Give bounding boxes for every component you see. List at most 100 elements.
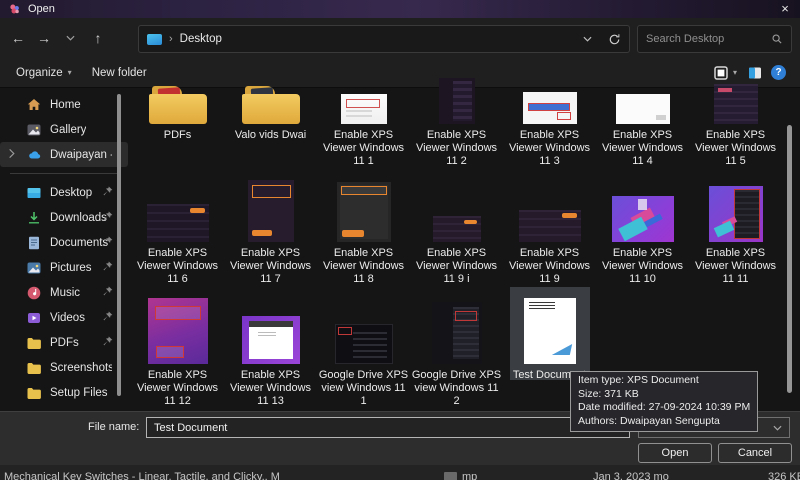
file-item[interactable]: Enable XPS Viewer Windows 11 10 bbox=[596, 168, 689, 286]
address-dropdown-chevron[interactable] bbox=[583, 36, 592, 42]
folder-icon bbox=[26, 385, 42, 401]
pin-icon bbox=[101, 185, 114, 198]
window-title: Open bbox=[28, 3, 55, 15]
pin-icon bbox=[101, 210, 114, 223]
tooltip-authors: Authors: Dwaipayan Sengupta bbox=[578, 415, 750, 429]
preview-pane-button[interactable] bbox=[745, 63, 765, 83]
app-icon bbox=[8, 3, 21, 16]
title-bar: Open × bbox=[0, 0, 800, 18]
large-icons-view-icon bbox=[713, 65, 729, 81]
downloads-icon bbox=[26, 210, 42, 226]
file-item-pdfs-folder[interactable]: PDFs bbox=[131, 88, 224, 168]
file-item[interactable]: Enable XPS Viewer Windows 11 2 bbox=[410, 88, 503, 168]
sidebar-item-screenshots[interactable]: Screenshots bbox=[0, 355, 128, 380]
sidebar-item-documents[interactable]: Documents bbox=[0, 230, 128, 255]
tooltip-item-type: Item type: XPS Document bbox=[578, 374, 750, 388]
sidebar-item-onedrive-personal[interactable]: Dwaipayan - Per bbox=[0, 142, 128, 167]
close-button[interactable]: × bbox=[770, 0, 800, 18]
organize-button[interactable]: Organize ▾ bbox=[6, 58, 82, 87]
file-item[interactable]: Enable XPS Viewer Windows 11 13 bbox=[224, 286, 317, 411]
preview-pane-icon bbox=[747, 65, 763, 81]
sidebar-item-gallery[interactable]: Gallery bbox=[0, 117, 128, 142]
file-item[interactable]: Enable XPS Viewer Windows 11 12 bbox=[131, 286, 224, 411]
sidebar: Home Gallery Dwaipayan - Per Desktop Dow… bbox=[0, 88, 128, 411]
cancel-button[interactable]: Cancel bbox=[718, 443, 792, 463]
file-name-value: Test Document bbox=[154, 422, 227, 434]
screenshot-thumbnail bbox=[337, 182, 391, 242]
breadcrumb-location[interactable]: Desktop bbox=[180, 33, 222, 45]
back-button[interactable]: ← bbox=[6, 26, 30, 50]
open-button[interactable]: Open bbox=[638, 443, 712, 463]
screenshot-thumbnail bbox=[242, 316, 300, 364]
file-grid-scrollbar[interactable] bbox=[787, 125, 792, 393]
help-button[interactable]: ? bbox=[771, 65, 786, 80]
recent-locations-chevron-button[interactable] bbox=[58, 26, 82, 50]
file-item[interactable]: Enable XPS Viewer Windows 11 7 bbox=[224, 168, 317, 286]
file-type-dropdown-chevron[interactable] bbox=[773, 425, 782, 431]
pin-icon bbox=[101, 335, 114, 348]
pin-icon bbox=[101, 285, 114, 298]
address-bar[interactable]: › Desktop bbox=[138, 25, 630, 53]
folder-thumbnail bbox=[149, 86, 207, 124]
search-icon bbox=[771, 33, 783, 45]
tooltip-size: Size: 371 KB bbox=[578, 388, 750, 402]
home-icon bbox=[26, 97, 42, 113]
screenshot-thumbnail bbox=[248, 180, 294, 242]
forward-button[interactable]: → bbox=[32, 26, 56, 50]
desktop-icon bbox=[26, 185, 42, 201]
sidebar-item-desktop[interactable]: Desktop bbox=[0, 180, 128, 205]
sidebar-item-pictures[interactable]: Pictures bbox=[0, 255, 128, 280]
command-bar: Organize ▾ New folder ▾ ? bbox=[0, 58, 800, 88]
file-item[interactable]: Enable XPS Viewer Windows 11 11 bbox=[689, 168, 782, 286]
sidebar-item-downloads[interactable]: Downloads bbox=[0, 205, 128, 230]
onedrive-icon bbox=[26, 147, 42, 163]
file-item[interactable]: Enable XPS Viewer Windows 11 6 bbox=[131, 168, 224, 286]
navigation-bar: ← → ↑ › Desktop Search Desktop bbox=[0, 18, 800, 58]
sidebar-item-music[interactable]: Music bbox=[0, 280, 128, 305]
breadcrumb-separator: › bbox=[169, 33, 173, 45]
file-item[interactable]: Enable XPS Viewer Windows 11 8 bbox=[317, 168, 410, 286]
screenshot-thumbnail bbox=[148, 298, 208, 364]
background-file-size: 326 KB bbox=[768, 471, 800, 480]
screenshot-thumbnail bbox=[523, 92, 577, 124]
file-item[interactable]: Google Drive XPS view Windows 11 2 bbox=[410, 286, 503, 411]
file-item[interactable]: Enable XPS Viewer Windows 11 5 bbox=[689, 88, 782, 168]
folder-thumbnail bbox=[242, 86, 300, 124]
sidebar-item-videos[interactable]: Videos bbox=[0, 305, 128, 330]
pin-icon bbox=[101, 235, 114, 248]
sidebar-item-setup-files[interactable]: Setup Files bbox=[0, 380, 128, 405]
sidebar-scrollbar[interactable] bbox=[117, 94, 121, 396]
file-item[interactable]: Enable XPS Viewer Windows 11 4 bbox=[596, 88, 689, 168]
file-item[interactable]: Enable XPS Viewer Windows 11 3 bbox=[503, 88, 596, 168]
file-item[interactable]: Enable XPS Viewer Windows 11 9 i bbox=[410, 168, 503, 286]
file-name-label: File name: bbox=[88, 421, 139, 433]
screenshot-thumbnail bbox=[433, 216, 481, 242]
sidebar-item-home[interactable]: Home bbox=[0, 92, 128, 117]
file-item[interactable]: Enable XPS Viewer Windows 11 1 bbox=[317, 88, 410, 168]
up-button[interactable]: ↑ bbox=[86, 26, 110, 50]
screenshot-thumbnail bbox=[335, 324, 393, 364]
new-folder-button[interactable]: New folder bbox=[82, 58, 157, 87]
file-item-valo-vids-folder[interactable]: Valo vids Dwai bbox=[224, 88, 317, 168]
file-item[interactable]: Google Drive XPS view Windows 11 1 bbox=[317, 286, 410, 411]
file-info-tooltip: Item type: XPS Document Size: 371 KB Dat… bbox=[570, 371, 758, 432]
screenshot-thumbnail bbox=[709, 186, 763, 242]
search-input[interactable]: Search Desktop bbox=[637, 25, 792, 53]
dialog-body: Home Gallery Dwaipayan - Per Desktop Dow… bbox=[0, 88, 800, 411]
videos-icon bbox=[26, 310, 42, 326]
refresh-icon[interactable] bbox=[608, 33, 621, 46]
screenshot-thumbnail bbox=[612, 196, 674, 242]
view-options-button[interactable]: ▾ bbox=[711, 63, 739, 83]
background-file-date: Jan 3, 2023 mo bbox=[593, 471, 669, 480]
file-name-input[interactable]: Test Document bbox=[146, 417, 630, 438]
screenshot-thumbnail bbox=[432, 302, 482, 364]
folder-icon bbox=[26, 335, 42, 351]
screenshot-thumbnail bbox=[616, 94, 670, 124]
organize-label: Organize bbox=[16, 67, 63, 79]
background-file-icon bbox=[444, 472, 457, 480]
file-item[interactable]: Enable XPS Viewer Windows 11 9 bbox=[503, 168, 596, 286]
file-grid: PDFs Valo vids Dwai Enable XPS Viewer Wi… bbox=[131, 88, 782, 411]
sidebar-item-pdfs[interactable]: PDFs bbox=[0, 330, 128, 355]
pin-icon bbox=[101, 260, 114, 273]
expand-chevron-icon[interactable] bbox=[7, 148, 17, 160]
